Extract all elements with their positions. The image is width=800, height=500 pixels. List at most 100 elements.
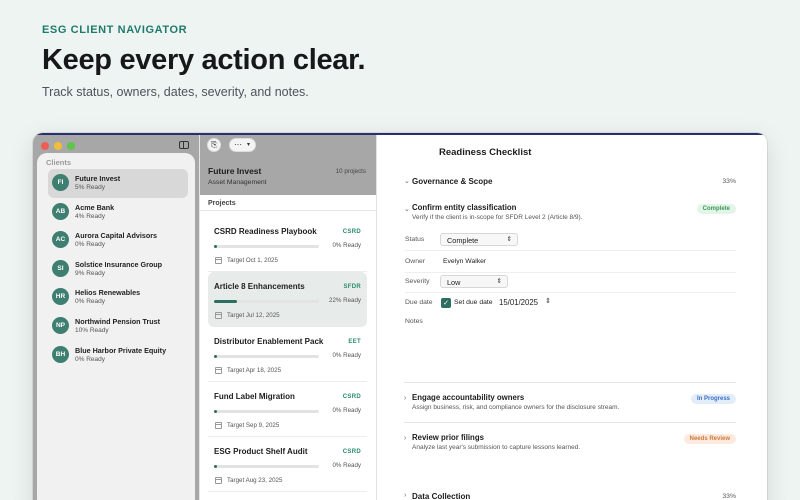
due-date-input[interactable]: 15/01/2025	[499, 298, 538, 307]
project-target: Target Aug 23, 2025	[227, 477, 283, 484]
field-label: Owner	[405, 258, 426, 265]
chevron-right-icon: ›	[404, 492, 407, 499]
project-name: Fund Label Migration	[214, 392, 295, 401]
client-name: Solstice Insurance Group	[75, 259, 163, 269]
client-ready: 4% Ready	[75, 212, 105, 220]
avatar: SI	[52, 259, 69, 277]
client-ready: 0% Ready	[75, 298, 105, 306]
notes-textarea[interactable]	[439, 313, 736, 379]
calendar-icon	[215, 367, 222, 374]
chevron-down-icon: ⌄	[404, 206, 410, 213]
project-tag: CSRD	[342, 449, 361, 455]
projects-heading: Projects	[208, 200, 236, 207]
project-tag: EET	[348, 339, 361, 345]
status-select[interactable]: Complete ⇕	[440, 233, 518, 246]
avatar: BH	[52, 345, 69, 363]
calendar-icon	[215, 257, 222, 264]
checkbox-label: Set due date	[454, 299, 493, 306]
client-name: Acme Bank	[75, 202, 115, 212]
subline: Track status, owners, dates, severity, a…	[42, 85, 309, 99]
client-item-solstice-insurance[interactable]: SI Solstice Insurance Group 9% Ready	[48, 255, 188, 284]
client-name: Helios Renewables	[75, 288, 141, 298]
task-review-filings[interactable]: › Review prior filings Analyze last year…	[404, 433, 736, 457]
project-tag: CSRD	[342, 229, 361, 235]
more-menu-button[interactable]: ⋯ ▾	[229, 138, 256, 152]
task-confirm-classification[interactable]: ⌄ Confirm entity classification Verify i…	[404, 203, 736, 227]
field-label: Severity	[405, 278, 430, 285]
status-badge: Complete	[696, 204, 736, 214]
owner-value[interactable]: Evelyn Walker	[443, 258, 486, 265]
client-list: FI Future Invest 5% Ready AB Acme Bank 4…	[48, 169, 188, 369]
select-value: Complete	[447, 236, 479, 245]
client-ready: 10% Ready	[75, 326, 109, 334]
section-label: Data Collection	[412, 492, 471, 500]
zoom-window-button[interactable]	[67, 142, 75, 150]
date-stepper-icon[interactable]: ⇕	[545, 297, 551, 305]
project-count: 10 projects	[335, 168, 366, 175]
progress-text: 0% Ready	[332, 242, 361, 249]
project-card[interactable]: Fund Label Migration CSRD 0% Ready Targe…	[208, 382, 367, 437]
task-title: Confirm entity classification	[412, 203, 517, 212]
chevron-down-icon: ▾	[247, 142, 251, 148]
select-value: Low	[447, 278, 461, 287]
documents-icon: ⎘	[211, 140, 218, 149]
client-item-northwind-pension[interactable]: NP Northwind Pension Trust 10% Ready	[48, 312, 188, 341]
divider	[200, 210, 376, 211]
sidebar-toggle-icon[interactable]	[179, 141, 189, 149]
status-badge: Needs Review	[683, 434, 736, 444]
status-badge: In Progress	[690, 394, 736, 404]
task-engage-owners[interactable]: › Engage accountability owners Assign bu…	[404, 393, 736, 417]
client-item-aurora-capital[interactable]: AC Aurora Capital Advisors 0% Ready	[48, 226, 188, 255]
severity-select[interactable]: Low ⇕	[440, 275, 508, 288]
client-item-acme-bank[interactable]: AB Acme Bank 4% Ready	[48, 198, 188, 227]
project-card[interactable]: Distributor Enablement Pack EET 0% Ready…	[208, 327, 367, 382]
sidebar: Clients FI Future Invest 5% Ready AB Acm…	[33, 133, 199, 500]
task-description: Assign business, risk, and compliance ow…	[412, 404, 620, 411]
avatar: NP	[52, 316, 69, 334]
section-governance[interactable]: ⌄ Governance & Scope 33%	[404, 177, 736, 191]
ellipsis-icon: ⋯	[234, 140, 242, 149]
documents-button[interactable]: ⎘	[207, 138, 221, 152]
client-item-future-invest[interactable]: FI Future Invest 5% Ready	[48, 169, 188, 198]
avatar: FI	[52, 174, 69, 191]
task-title: Review prior filings	[412, 433, 484, 442]
chevron-down-icon: ⌄	[404, 178, 410, 185]
project-tag: CSRD	[342, 394, 361, 400]
section-label: Governance & Scope	[412, 177, 493, 186]
client-item-helios-renewables[interactable]: HR Helios Renewables 0% Ready	[48, 283, 188, 312]
divider	[404, 382, 736, 383]
client-name: Northwind Pension Trust	[75, 316, 161, 326]
chevron-right-icon: ›	[404, 395, 407, 402]
progress-bar	[214, 465, 319, 468]
project-target: Target Apr 18, 2025	[227, 367, 282, 374]
avatar: AC	[52, 231, 69, 249]
project-card[interactable]: ESG Product Shelf Audit CSRD 0% Ready Ta…	[208, 437, 367, 492]
client-name: Blue Harbor Private Equity	[75, 345, 167, 355]
due-date-field: Due date ✓ Set due date 15/01/2025 ⇕	[405, 294, 736, 314]
minimize-window-button[interactable]	[54, 142, 62, 150]
clients-heading: Clients	[46, 158, 72, 167]
client-name: Aurora Capital Advisors	[75, 231, 158, 241]
project-card[interactable]: CSRD Readiness Playbook CSRD 0% Ready Ta…	[208, 217, 367, 272]
due-date-checkbox[interactable]: ✓	[441, 298, 451, 308]
status-field: Status Complete ⇕	[405, 231, 736, 251]
avatar: AB	[52, 202, 69, 220]
section-data-collection[interactable]: › Data Collection 33%	[404, 492, 736, 500]
field-label: Due date	[405, 299, 433, 306]
project-name: CSRD Readiness Playbook	[214, 227, 317, 236]
client-item-blue-harbor[interactable]: BH Blue Harbor Private Equity 0% Ready	[48, 341, 188, 370]
project-tag: SFDR	[343, 284, 361, 290]
project-name: Article 8 Enhancements	[214, 282, 305, 291]
company-title: Future Invest	[208, 166, 262, 176]
eyebrow-text: ESG CLIENT NAVIGATOR	[42, 24, 188, 36]
calendar-icon	[215, 477, 222, 484]
project-name: Distributor Enablement Pack	[214, 337, 324, 346]
client-ready: 0% Ready	[75, 355, 105, 363]
close-window-button[interactable]	[41, 142, 49, 150]
divider	[404, 422, 736, 423]
project-card[interactable]: Article 8 Enhancements SFDR 22% Ready Ta…	[208, 272, 367, 327]
client-ready: 0% Ready	[75, 241, 105, 249]
field-label: Status	[405, 236, 425, 243]
owner-field: Owner Evelyn Walker	[405, 253, 736, 273]
projects-column: ⎘ ⋯ ▾ Future Invest Asset Management 10 p…	[199, 133, 376, 500]
